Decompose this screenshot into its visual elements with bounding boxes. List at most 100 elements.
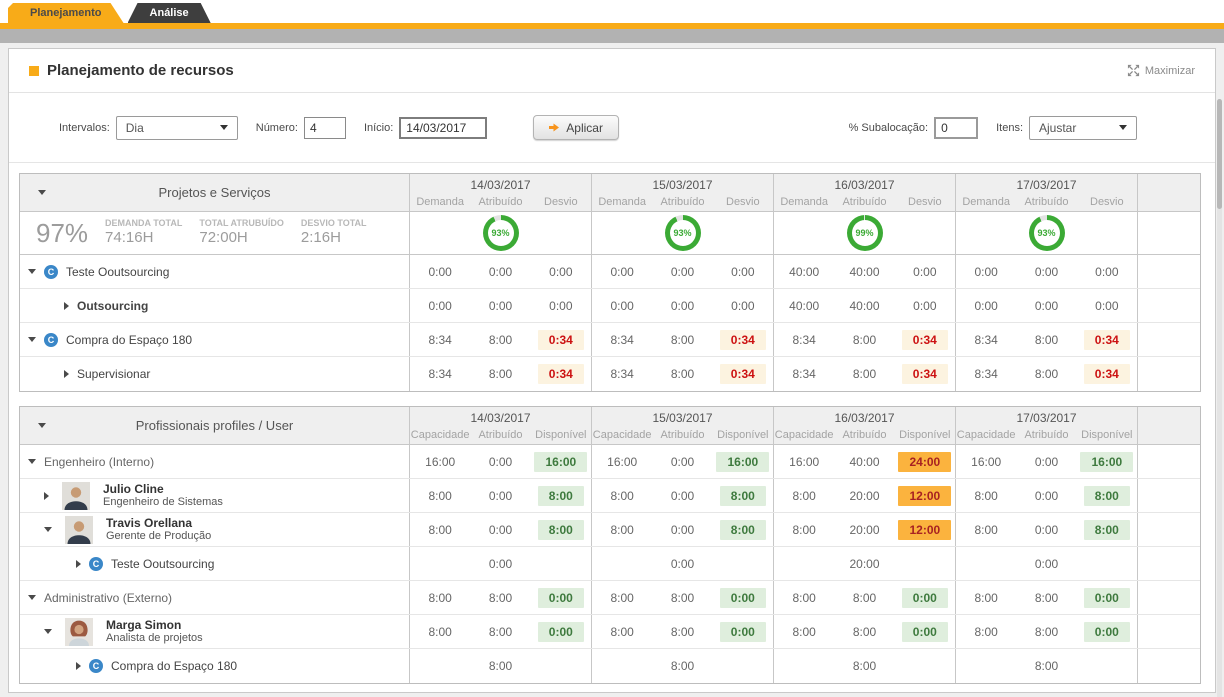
subcol-label: Atribuído <box>834 196 894 208</box>
grid-cell: 16:00 <box>410 455 470 469</box>
grid-cell: 8:34 <box>956 367 1016 381</box>
date-group-cells: 8:008:000:00 <box>592 615 774 648</box>
maximize-button[interactable]: Maximizar <box>1127 64 1195 77</box>
date-group-cells: 0:00 <box>956 547 1138 580</box>
expander-right-icon[interactable] <box>76 662 81 670</box>
grid-cell: 8:00 <box>834 659 894 673</box>
start-date-input[interactable] <box>399 117 487 139</box>
grid-cell: 8:00 <box>410 625 470 639</box>
expander-down-icon[interactable] <box>38 423 46 428</box>
scrollbar-thumb[interactable] <box>1217 99 1222 209</box>
tab-analise[interactable]: Análise <box>128 3 211 23</box>
subcol-label: Desvio <box>713 196 773 208</box>
row-label: Compra do Espaço 180 <box>66 333 192 347</box>
table-row: CCompra do Espaço 1808:348:000:348:348:0… <box>20 323 1200 357</box>
maximize-icon <box>1127 64 1140 77</box>
tab-planejamento[interactable]: Planejamento <box>8 3 124 23</box>
date-group-cells: 8:000:008:00 <box>592 479 774 512</box>
cell-value: 0:34 <box>902 330 948 350</box>
date-group-cells: 0:000:000:00 <box>410 289 592 322</box>
expander-down-icon[interactable] <box>44 527 52 532</box>
expander-down-icon[interactable] <box>28 269 36 274</box>
grid-cell: 0:00 <box>1016 265 1076 279</box>
subcol-label: Capacidade <box>774 429 834 441</box>
filter-bar: Intervalos: Dia Número: Início: Aplicar <box>9 93 1215 163</box>
date-group-cells: 8:008:000:00 <box>774 615 956 648</box>
date-label: 15/03/2017 <box>592 174 773 192</box>
date-group-cells: 8:000:008:00 <box>410 479 592 512</box>
cell-value: 16:00 <box>789 455 819 469</box>
date-group-cells: 8:00 <box>956 649 1138 683</box>
grid-cell: 0:00 <box>1077 265 1137 279</box>
spacer-column <box>1138 479 1200 512</box>
suballocation-input[interactable] <box>934 117 978 139</box>
cell-value: 8:00 <box>671 659 694 673</box>
cell-value: 0:00 <box>1035 557 1058 571</box>
grid-cell: 0:34 <box>895 330 955 350</box>
grid-cell: 0:00 <box>652 265 712 279</box>
intervals-select[interactable]: Dia <box>116 116 238 140</box>
apply-button[interactable]: Aplicar <box>533 115 619 140</box>
gauge-cell: 93% <box>410 212 592 254</box>
spacer-column <box>1138 581 1200 614</box>
grid-cell: 0:00 <box>652 523 712 537</box>
cell-value: 8:00 <box>489 333 512 347</box>
expander-down-icon[interactable] <box>28 459 36 464</box>
expander-right-icon[interactable] <box>44 492 49 500</box>
expander-right-icon[interactable] <box>64 302 69 310</box>
main-panel: Planejamento de recursos Maximizar Inter… <box>8 48 1216 693</box>
user-role: Engenheiro de Sistemas <box>103 496 223 509</box>
expander-right-icon[interactable] <box>76 560 81 568</box>
cell-value: 0:00 <box>913 299 936 313</box>
cell-value: 0:00 <box>671 455 694 469</box>
cell-value: 0:00 <box>489 523 512 537</box>
grid-cell: 0:00 <box>592 299 652 313</box>
date-group-cells: 8:348:000:34 <box>774 323 956 356</box>
table-row: Engenheiro (Interno)16:000:0016:0016:000… <box>20 445 1200 479</box>
row-name-cell: Supervisionar <box>20 357 410 391</box>
date-group-header: 14/03/2017CapacidadeAtribuídoDisponível <box>410 407 592 444</box>
expander-down-icon[interactable] <box>28 337 36 342</box>
grid-cell: 8:00 <box>410 523 470 537</box>
cell-value: 8:34 <box>974 333 997 347</box>
row-label: Outsourcing <box>77 299 148 313</box>
expander-down-icon[interactable] <box>44 629 52 634</box>
cell-value: 8:34 <box>792 367 815 381</box>
row-name-cell: Marga SimonAnalista de projetos <box>20 615 410 648</box>
user-role: Analista de projetos <box>106 632 203 645</box>
cell-value: 0:00 <box>1084 622 1130 642</box>
spacer-column <box>1138 407 1200 444</box>
number-input[interactable] <box>304 117 346 139</box>
expander-down-icon[interactable] <box>28 595 36 600</box>
cell-value: 0:00 <box>671 489 694 503</box>
grid-cell: 8:00 <box>774 625 834 639</box>
subcol-label: Atribuído <box>1016 196 1076 208</box>
expander-down-icon[interactable] <box>38 190 46 195</box>
grid-cell: 20:00 <box>834 523 894 537</box>
grid-cell: 16:00 <box>1077 452 1137 472</box>
grid-cell: 24:00 <box>895 452 955 472</box>
grid-cell: 16:00 <box>774 455 834 469</box>
items-select[interactable]: Ajustar <box>1029 116 1137 140</box>
cell-value: 0:34 <box>902 364 948 384</box>
cell-value: 8:00 <box>538 486 584 506</box>
subcol-label: Disponível <box>531 429 591 441</box>
cell-value: 16:00 <box>425 455 455 469</box>
cell-value: 8:00 <box>610 591 633 605</box>
subcol-label: Desvio <box>531 196 591 208</box>
suballocation-label: % Subalocação: <box>849 122 929 134</box>
grid-cell: 8:00 <box>470 367 530 381</box>
date-group-header: 14/03/2017DemandaAtribuídoDesvio <box>410 174 592 211</box>
expander-right-icon[interactable] <box>64 370 69 378</box>
row-label: Teste Ooutsourcing <box>66 265 169 279</box>
cell-value: 0:00 <box>1035 523 1058 537</box>
cell-value: 0:00 <box>671 299 694 313</box>
cell-value: 0:00 <box>1035 455 1058 469</box>
cell-value: 0:00 <box>538 588 584 608</box>
grid-cell: 8:00 <box>774 591 834 605</box>
grid-cell: 0:34 <box>1077 330 1137 350</box>
cell-value: 8:00 <box>489 625 512 639</box>
cell-value: 0:00 <box>671 523 694 537</box>
cell-value: 0:00 <box>538 622 584 642</box>
date-label: 15/03/2017 <box>592 407 773 425</box>
